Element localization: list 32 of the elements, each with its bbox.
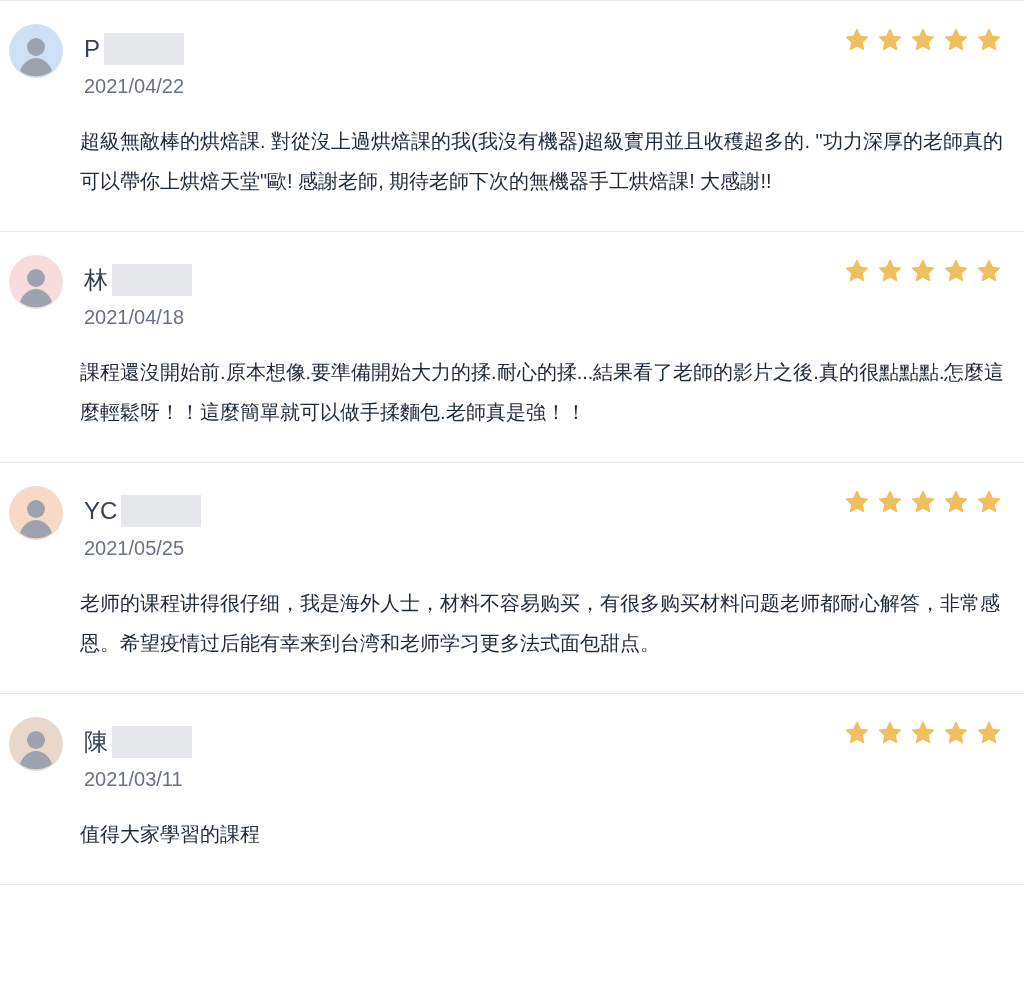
star-icon — [844, 489, 870, 515]
review-date: 2021/05/25 — [84, 536, 186, 561]
star-icon — [943, 27, 969, 53]
reviewer-name: 陳 — [84, 727, 108, 757]
reviewer-name: YC — [84, 496, 118, 526]
review-text: 值得大家學習的課程 — [79, 822, 261, 847]
review-text: 課程還沒開始前.原本想像.要準備開始大力的揉.耐心的揉...結果看了老師的影片之後.真的很點點點.怎麼這麼輕鬆呀！！這麼簡單就可以做手揉麵包.老師真是強！！ — [79, 360, 1006, 425]
star-icon — [877, 720, 903, 746]
review-text: 老师的课程讲得很仔细，我是海外人士，材料不容易购买，有很多购买材料问题老师都耐心解答，非常感恩。希望疫情过后能有幸来到台湾和老师学习更多法式面包甜点。 — [79, 591, 1001, 656]
star-icon — [976, 258, 1002, 284]
star-icon — [910, 27, 936, 53]
star-icon — [976, 489, 1002, 515]
star-icon — [877, 489, 903, 515]
star-icon — [976, 27, 1002, 53]
star-icon — [877, 27, 903, 53]
star-icon — [844, 720, 870, 746]
star-icon — [844, 27, 870, 53]
review-date: 2021/04/22 — [84, 74, 185, 99]
star-icon — [910, 489, 936, 515]
review-text: 超級無敵棒的烘焙課. 對從沒上過烘焙課的我(我沒有機器)超級實用並且收穫超多的. "功力深厚的老師真的可以帶你上烘焙天堂"歐! 感謝老師, 期待老師下次的無機器手工烘焙課! 大感謝!! — [79, 129, 1004, 194]
star-icon — [877, 258, 903, 284]
star-icon — [943, 258, 969, 284]
review-date: 2021/04/18 — [84, 305, 186, 330]
review-date: 2021/03/11 — [84, 767, 184, 792]
reviewer-name: P — [84, 34, 100, 64]
star-icon — [910, 720, 936, 746]
star-icon — [910, 258, 936, 284]
reviewer-name: 林 — [84, 265, 108, 295]
star-icon — [943, 489, 969, 515]
star-icon — [844, 258, 870, 284]
star-icon — [976, 720, 1002, 746]
star-icon — [943, 720, 969, 746]
